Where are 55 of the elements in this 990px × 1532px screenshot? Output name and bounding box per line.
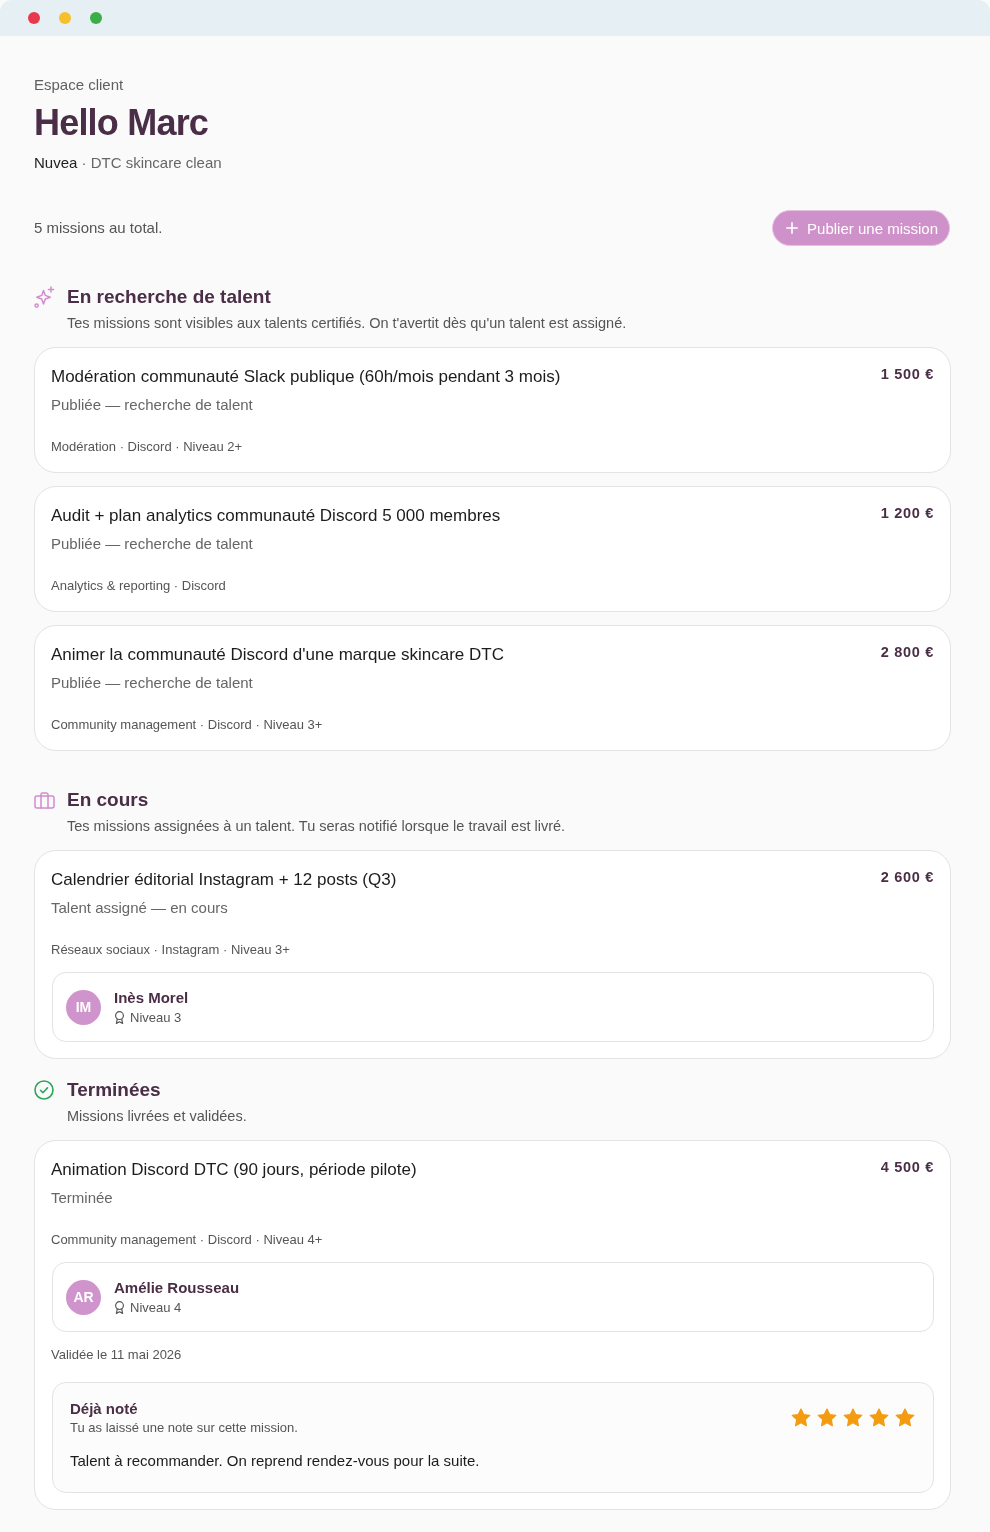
talent-avatar: IM: [66, 989, 101, 1025]
mission-title: Animation Discord DTC (90 jours, période pilote): [51, 1159, 417, 1181]
star-icon: [791, 1408, 811, 1427]
mission-title: Calendrier éditorial Instagram + 12 posts (Q3): [51, 869, 397, 891]
mission-status: Terminée: [51, 1188, 114, 1208]
mission-tags: Community management · Discord · Niveau 4+: [51, 1231, 934, 1249]
mission-price: 2 800 €: [880, 643, 934, 662]
talent-name: Inès Morel: [114, 987, 189, 1008]
section-description: Tes missions assignées à un talent. Tu seras notifié lorsque le travail est livré.: [67, 817, 567, 836]
talent-rank: Niveau 3: [130, 1008, 182, 1027]
briefcase-icon: [34, 791, 55, 809]
star-icon: [817, 1408, 837, 1427]
mission-price: 1 200 €: [880, 504, 934, 523]
mission-price: 1 500 €: [880, 365, 934, 384]
section-title: En cours: [67, 788, 150, 812]
window-close-icon[interactable]: [28, 12, 40, 24]
mission-tags: Réseaux sociaux · Instagram · Niveau 3+: [51, 941, 934, 959]
mission-status: Publiée — recherche de talent: [51, 534, 254, 554]
section-description: Missions livrées et validées.: [67, 1107, 248, 1126]
publish-mission-button[interactable]: Publier une mission: [772, 210, 950, 246]
talent-avatar: AR: [66, 1279, 101, 1315]
validation-date: Validée le 11 mai 2026: [51, 1346, 183, 1364]
greeting-heading: Hello Marc: [34, 101, 210, 145]
mission-title: Animer la communauté Discord d'une marque skincare DTC: [51, 644, 504, 666]
company-subtitle: Nuvea · DTC skincare clean: [34, 153, 223, 173]
star-icon: [869, 1408, 889, 1427]
mission-title: Audit + plan analytics communauté Discord 5 000 membres: [51, 505, 501, 527]
mission-title: Modération communauté Slack publique (60h/mois pendant 3 mois): [51, 366, 561, 388]
mission-status: Talent assigné — en cours: [51, 898, 229, 918]
mission-price: 2 600 €: [880, 868, 934, 887]
section-title: Terminées: [67, 1078, 162, 1102]
award-icon: [114, 1011, 125, 1024]
mission-tags: Modération · Discord · Niveau 2+: [51, 438, 934, 456]
page-eyebrow: Espace client: [34, 75, 125, 95]
mission-status: Publiée — recherche de talent: [51, 395, 254, 415]
mission-status: Publiée — recherche de talent: [51, 673, 254, 693]
window-zoom-icon[interactable]: [90, 12, 102, 24]
plus-icon: [786, 222, 799, 234]
talent-rank: Niveau 4: [130, 1298, 182, 1317]
section-title: En recherche de talent: [67, 285, 272, 309]
star-icon: [895, 1408, 915, 1427]
section-description: Tes missions sont visibles aux talents certifiés. On t'avertit dès qu'un talent est assigné.: [67, 314, 628, 333]
star-icon: [843, 1408, 863, 1427]
rating-comment: Talent à recommander. On reprend rendez-vous pour la suite.: [70, 1451, 481, 1471]
talent-name: Amélie Rousseau: [114, 1277, 240, 1298]
window-minimize-icon[interactable]: [59, 12, 71, 24]
rating-note: Tu as laissé une note sur cette mission.: [70, 1419, 298, 1436]
award-icon: [114, 1301, 125, 1314]
mission-tags: Analytics & reporting · Discord: [51, 577, 934, 595]
mission-price: 4 500 €: [880, 1158, 934, 1177]
check-circle-icon: [34, 1080, 54, 1100]
mission-count: 5 missions au total.: [34, 218, 163, 238]
mission-tags: Community management · Discord · Niveau 3+: [51, 716, 934, 734]
rating-title: Déjà noté: [70, 1399, 139, 1419]
sparkles-icon: [34, 286, 55, 308]
